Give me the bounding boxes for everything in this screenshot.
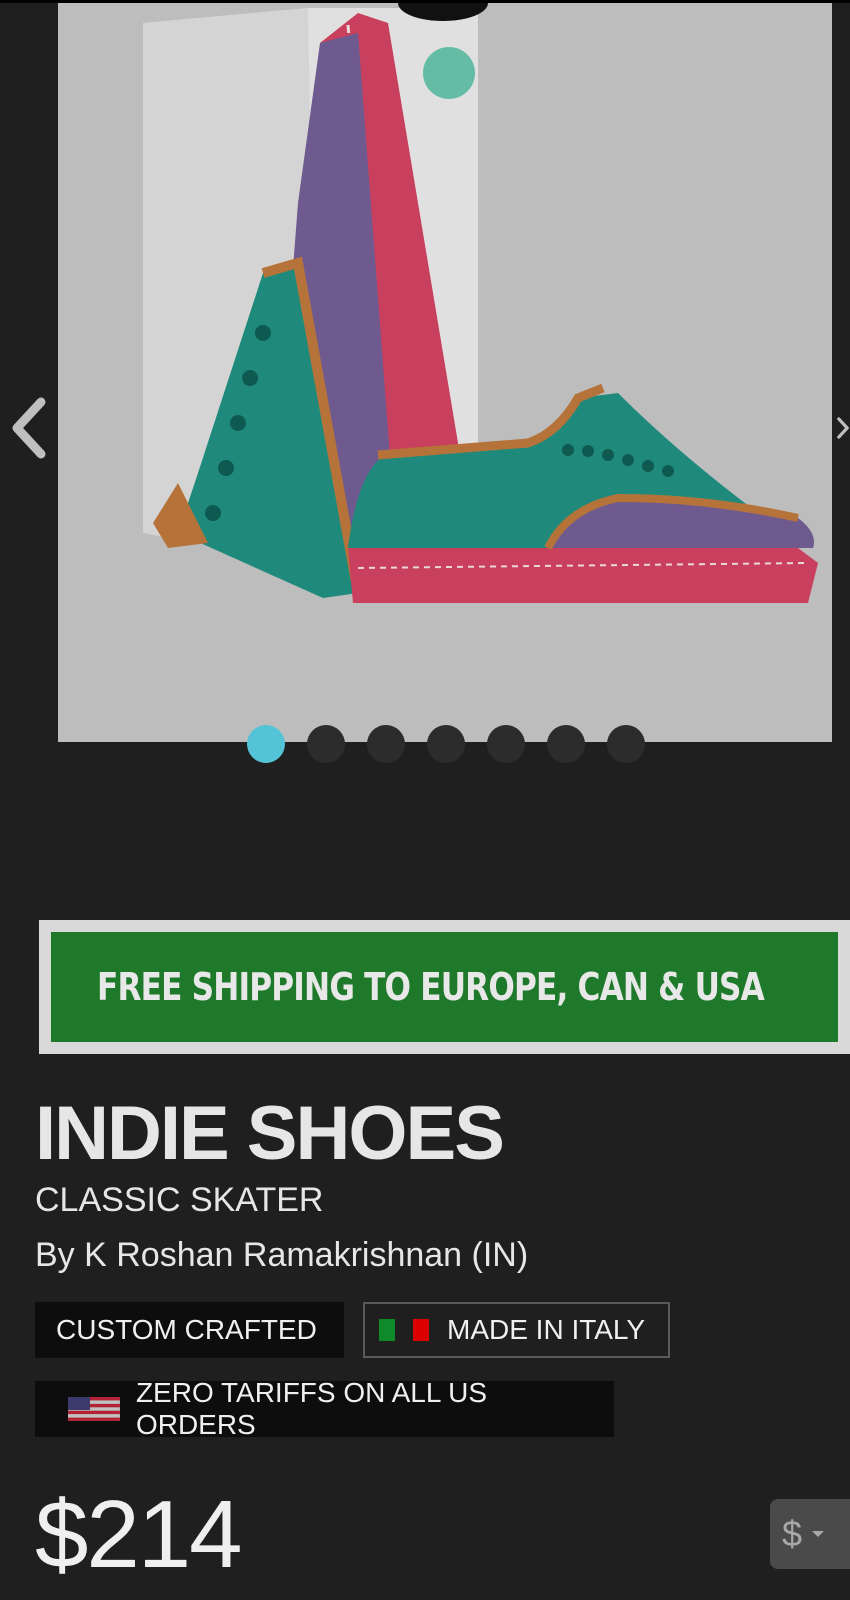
currency-selector[interactable]: $: [770, 1499, 850, 1569]
us-flag-icon: [68, 1397, 120, 1421]
product-price: $214: [35, 1481, 243, 1588]
free-shipping-banner-inner: FREE SHIPPING TO EUROPE, CAN & USA: [51, 932, 850, 1042]
product-model: CLASSIC SKATER: [35, 1181, 324, 1219]
made-in-italy-label: MADE IN ITALY: [447, 1314, 646, 1345]
zero-tariffs-label: ZERO TARIFFS ON ALL US ORDERS: [135, 1377, 488, 1440]
italy-flag-icon: [379, 1319, 429, 1341]
free-shipping-text: FREE SHIPPING TO EUROPE, CAN & USA: [97, 965, 765, 1009]
chevron-down-icon: [812, 1531, 825, 1537]
custom-crafted-badge: CUSTOM CRAFTED: [35, 1302, 344, 1358]
made-in-italy-badge: MADE IN ITALY: [363, 1302, 670, 1358]
carousel-next-button[interactable]: [836, 393, 850, 463]
product-brand: INDIE SHOES: [35, 1091, 505, 1176]
carousel-dot-2[interactable]: [307, 725, 345, 763]
carousel-dot-7[interactable]: [607, 725, 645, 763]
currency-symbol: $: [782, 1513, 803, 1554]
carousel-dot-3[interactable]: [367, 725, 405, 763]
carousel-dot-5[interactable]: [487, 725, 525, 763]
chevron-left-icon: [12, 397, 46, 459]
zero-tariffs-badge: ZERO TARIFFS ON ALL US ORDERS: [35, 1377, 614, 1440]
carousel-pagination: [247, 725, 645, 763]
carousel-dot-4[interactable]: [427, 725, 465, 763]
product-designer[interactable]: By K Roshan Ramakrishnan (IN): [35, 1236, 528, 1275]
carousel-prev-button[interactable]: [4, 393, 54, 463]
chevron-right-icon: [837, 417, 849, 439]
shoe-illustration: [58, 3, 832, 742]
carousel-dot-6[interactable]: [547, 725, 585, 763]
product-image-carousel[interactable]: [0, 3, 850, 773]
product-image[interactable]: [58, 3, 832, 742]
free-shipping-banner: FREE SHIPPING TO EUROPE, CAN & USA: [39, 920, 850, 1054]
carousel-dot-1[interactable]: [247, 725, 285, 763]
custom-crafted-label: CUSTOM CRAFTED: [56, 1314, 317, 1345]
